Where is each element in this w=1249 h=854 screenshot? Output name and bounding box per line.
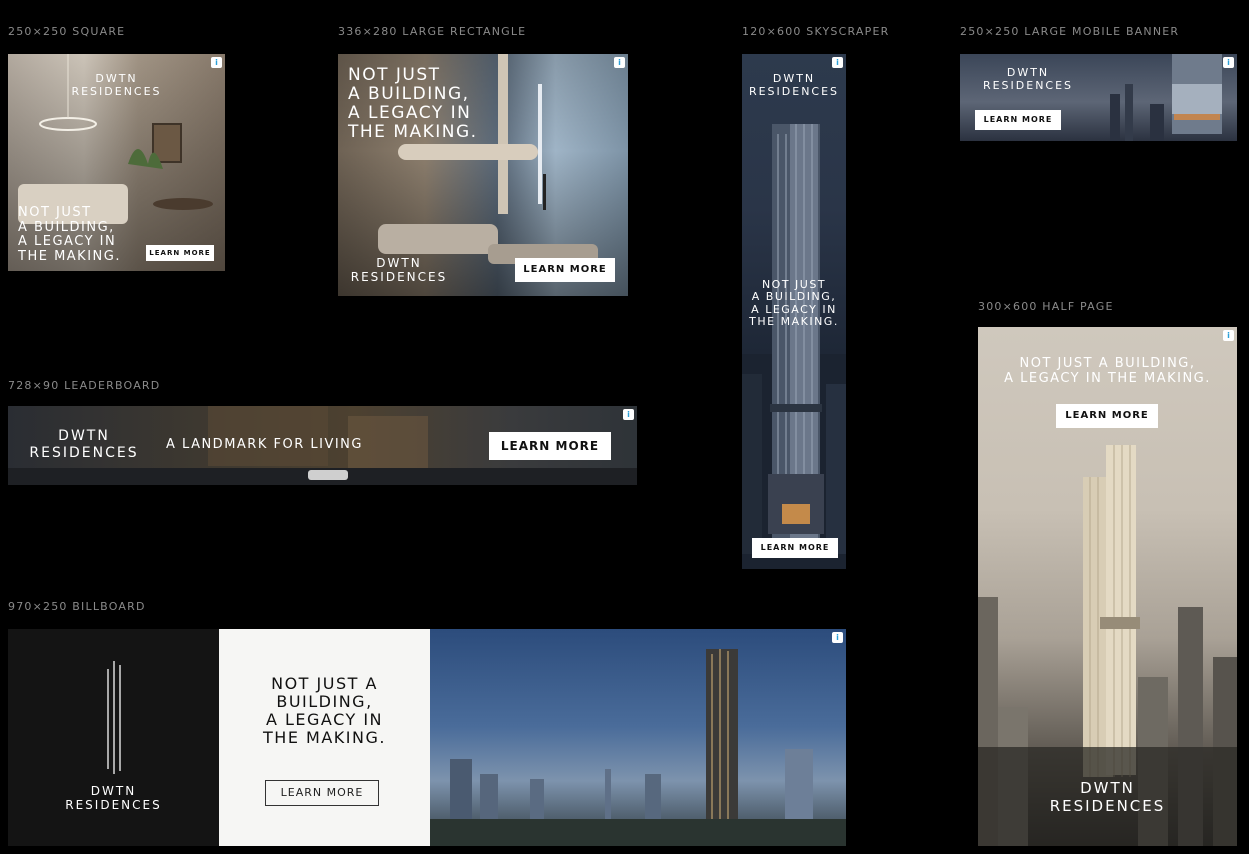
learn-more-button[interactable]: LEARN MORE — [975, 110, 1061, 130]
info-icon[interactable]: i — [1223, 330, 1234, 341]
label-large-rectangle: 336×280 LARGE RECTANGLE — [338, 25, 527, 38]
info-icon[interactable]: i — [1223, 57, 1234, 68]
text-panel: NOT JUST A BUILDING, A LEGACY IN THE MAKING… — [219, 629, 430, 846]
headline: NOT JUST A BUILDING, A LEGACY IN THE MAKING… — [263, 674, 386, 747]
ad-half-page[interactable]: NOT JUST A BUILDING, A LEGACY IN THE MAKI… — [978, 327, 1237, 846]
headline: NOT JUST A BUILDING, A LEGACY IN THE MAKING… — [348, 65, 478, 143]
brand-logo: DWTN RESIDENCES — [350, 256, 448, 285]
learn-more-button[interactable]: LEARN MORE — [146, 245, 214, 261]
label-billboard: 970×250 BILLBOARD — [8, 600, 146, 613]
ad-mobile-banner[interactable]: DWTN RESIDENCES LEARN MORE i — [960, 54, 1237, 141]
label-square: 250×250 SQUARE — [8, 25, 126, 38]
city-image — [430, 629, 846, 846]
skyline-illustration — [430, 649, 846, 846]
learn-more-button[interactable]: LEARN MORE — [515, 258, 615, 282]
info-icon[interactable]: i — [832, 632, 843, 643]
learn-more-button[interactable]: LEARN MORE — [1056, 404, 1158, 428]
ad-skyscraper[interactable]: DWTN RESIDENCES NOT JUST A BUILDING, A LEGA… — [742, 54, 846, 569]
ad-large-rectangle[interactable]: NOT JUST A BUILDING, A LEGACY IN THE MAKING… — [338, 54, 628, 296]
brand-logo: DWTN RESIDENCES — [71, 72, 162, 99]
headline: NOT JUST A BUILDING, A LEGACY IN THE MAKING… — [749, 278, 839, 328]
brand-logo: DWTN RESIDENCES — [748, 72, 840, 99]
ad-leaderboard[interactable]: DWTN RESIDENCES A LANDMARK FOR LIVING LEA… — [8, 406, 637, 485]
headline: NOT JUST A BUILDING, A LEGACY IN THE MAKING… — [18, 205, 121, 264]
label-leaderboard: 728×90 LEADERBOARD — [8, 379, 161, 392]
brand-logo: DWTN RESIDENCES — [65, 784, 162, 813]
label-half-page: 300×600 HALF PAGE — [978, 300, 1114, 313]
brand-logo: DWTN RESIDENCES — [1049, 779, 1166, 815]
brand-logo: DWTN RESIDENCES — [29, 428, 139, 461]
learn-more-button[interactable]: LEARN MORE — [752, 538, 838, 558]
label-mobile-banner: 250×250 LARGE MOBILE BANNER — [960, 25, 1180, 38]
headline: NOT JUST A BUILDING, A LEGACY IN THE MAKI… — [1004, 356, 1211, 386]
ad-billboard[interactable]: DWTN RESIDENCES NOT JUST A BUILDING, A LEGA… — [8, 629, 846, 846]
info-icon[interactable]: i — [832, 57, 843, 68]
label-skyscraper: 120×600 SKYSCRAPER — [742, 25, 890, 38]
info-icon[interactable]: i — [623, 409, 634, 420]
tower-mark-icon — [107, 661, 121, 774]
learn-more-button[interactable]: LEARN MORE — [265, 780, 379, 806]
learn-more-button[interactable]: LEARN MORE — [489, 432, 611, 460]
ad-square[interactable]: DWTN RESIDENCES NOT JUST A BUILDING, A LEGA… — [8, 54, 225, 271]
logo-panel: DWTN RESIDENCES — [8, 629, 219, 846]
info-icon[interactable]: i — [211, 57, 222, 68]
info-icon[interactable]: i — [614, 57, 625, 68]
brand-logo: DWTN RESIDENCES — [982, 66, 1074, 93]
tagline: A LANDMARK FOR LIVING — [166, 437, 363, 452]
